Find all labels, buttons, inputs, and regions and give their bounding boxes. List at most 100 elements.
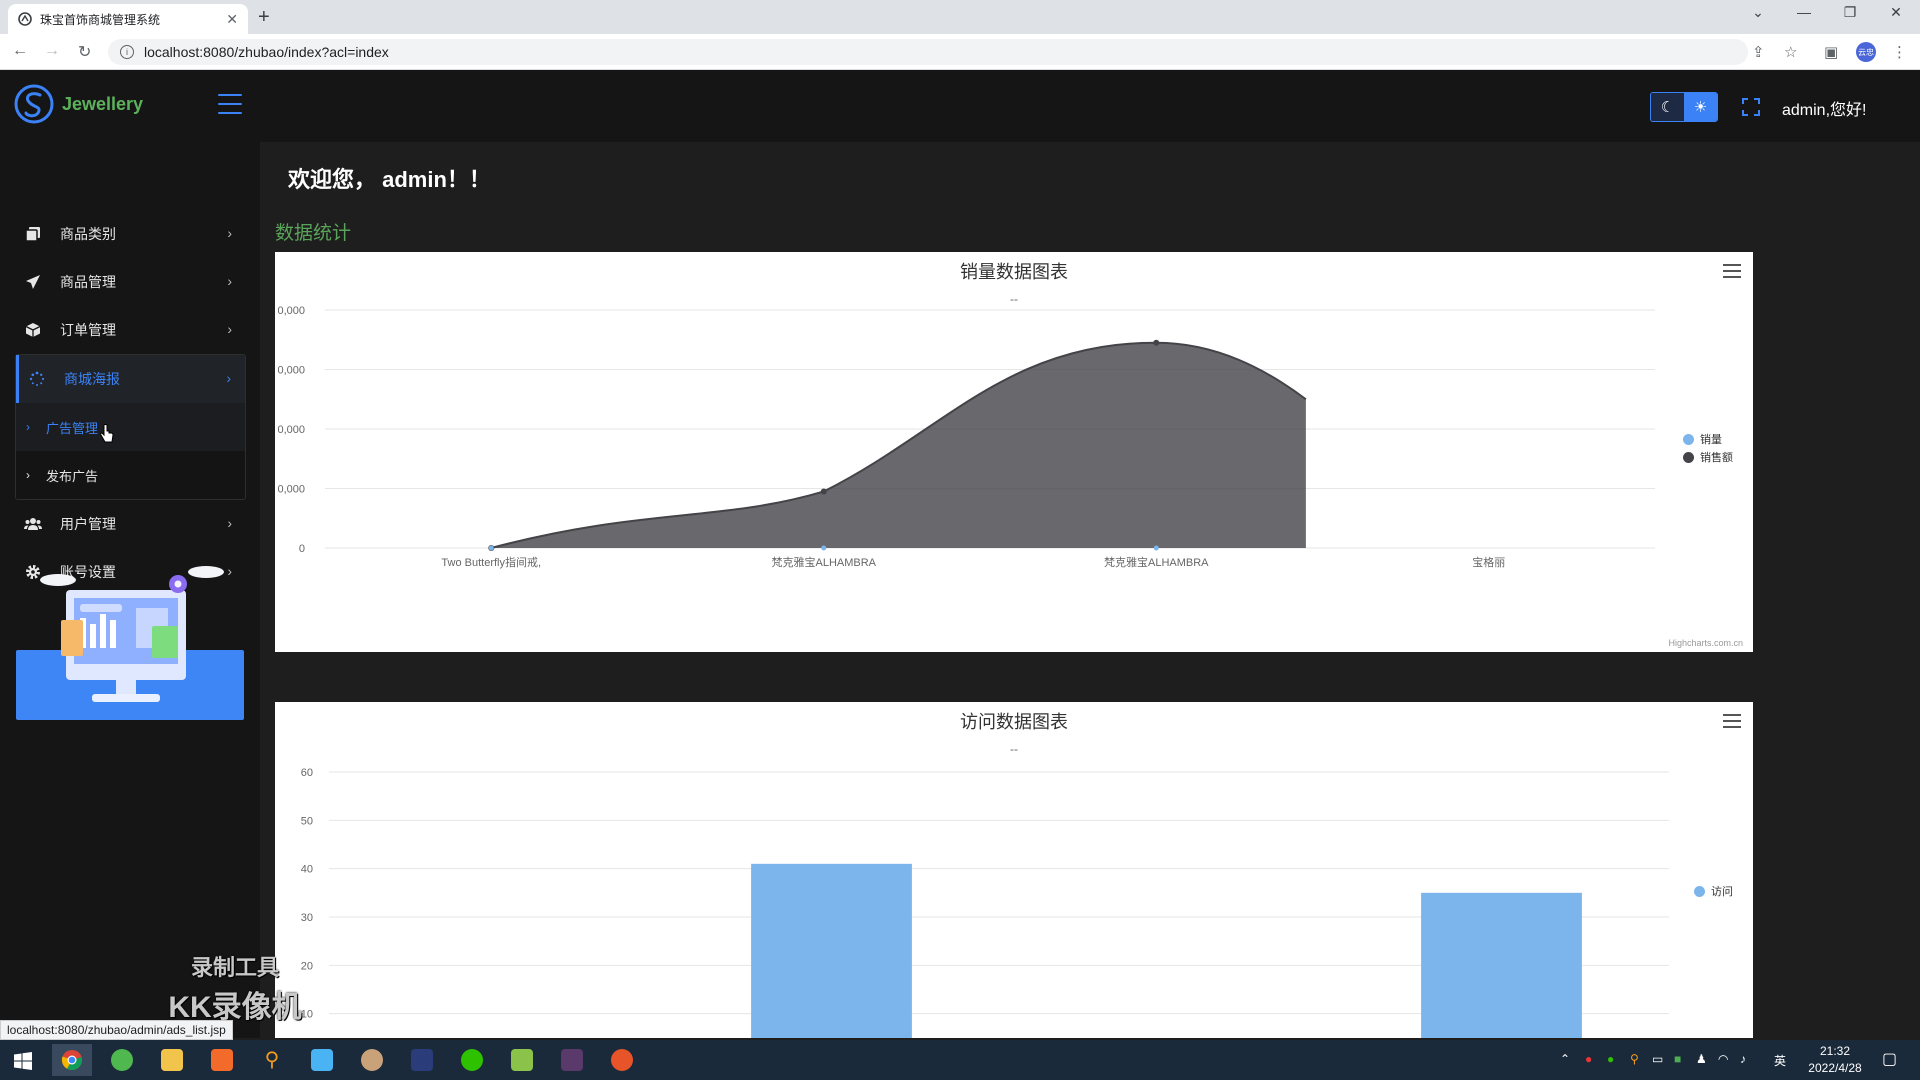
recorder-app-icon [611,1049,633,1071]
legend-item[interactable]: 访问 [1694,882,1733,900]
chart-legend: 销量 销售额 [1683,430,1733,466]
sidebar-subitem-publish-ad[interactable]: › 发布广告 [16,451,245,499]
taskbar-app-green[interactable] [102,1044,142,1076]
tray-shield-icon[interactable]: ● [1585,1052,1592,1066]
new-tab-icon[interactable]: + [258,6,270,29]
clock-time: 21:32 [1819,1044,1851,1058]
side-panel-icon[interactable]: ▣ [1824,43,1838,61]
chrome-menu-icon[interactable]: ⋮ [1892,43,1907,61]
chrome-icon [61,1050,82,1071]
tray-app-icon[interactable]: ■ [1674,1052,1681,1066]
reload-icon[interactable]: ↻ [78,42,91,62]
chevron-right-icon: › [227,225,232,241]
taskbar-app-notepad[interactable] [502,1044,542,1076]
chevron-right-icon: › [227,321,232,337]
sidebar-toggle-icon[interactable] [218,94,242,114]
watermark-line1: 录制工具 [190,955,279,980]
sidebar-item-label: 商城海报 [64,371,120,387]
game-app-icon [561,1049,583,1071]
tab-close-icon[interactable]: ✕ [226,11,238,28]
sidebar-item-orders[interactable]: 订单管理 › [0,306,260,354]
x-tick-label: 宝格丽 [1472,555,1505,569]
legend-item[interactable]: 销售额 [1683,448,1733,466]
profile-avatar[interactable]: 云忠 [1856,42,1876,62]
sidebar-item-posters[interactable]: 商城海报 › [16,355,245,403]
chart-legend: 访问 [1694,882,1733,900]
taskbar-wechat[interactable] [452,1044,492,1076]
tray-chevron-up-icon[interactable]: ⌃ [1560,1052,1570,1066]
bookmark-star-icon[interactable]: ☆ [1784,43,1797,61]
mountain-app-icon [411,1049,433,1071]
taskbar-app-blue[interactable] [302,1044,342,1076]
sidebar-subitem-ads-manage[interactable]: › 广告管理 [16,403,245,451]
taskbar-explorer[interactable] [152,1044,192,1076]
sidebar-item-label: 商品管理 [60,274,116,290]
legend-dot-icon [1683,433,1694,445]
bar-visits [1421,892,1582,1038]
legend-item[interactable]: 销量 [1683,430,1733,448]
sidebar-item-products[interactable]: 商品管理 › [0,258,260,306]
minimize-icon[interactable]: — [1792,4,1816,20]
cursor-hand-icon [100,424,114,443]
sales-area-chart: 0 0,000 0,000 0,000 0,000 Two Butterfly指间戒, 梵克… [277,305,1655,569]
back-icon[interactable]: ← [12,42,28,60]
fullscreen-icon[interactable] [1742,98,1760,116]
y-tick-label: 0,000 [277,484,305,496]
wechat-icon [461,1049,483,1071]
sidebar-item-categories[interactable]: 商品类别 › [0,210,260,258]
series-area-sales-amount [491,342,1306,548]
tray-wifi-icon[interactable]: ◠ [1718,1052,1728,1066]
browser-status-url: localhost:8080/zhubao/admin/ads_list.jsp [0,1020,233,1040]
x-tick-label: Two Butterfly指间戒, [441,555,541,569]
site-info-icon[interactable]: i [120,45,134,59]
leaf-app-icon [111,1049,133,1071]
welcome-heading: 欢迎您， admin！！ [288,167,491,192]
theme-toggle[interactable]: ☾ ☀ [1650,92,1718,122]
y-tick-label: 60 [301,767,313,779]
taskbar-app-mountain[interactable] [402,1044,442,1076]
sidebar-illustration [16,560,244,720]
moon-icon[interactable]: ☾ [1651,93,1684,121]
user-greeting[interactable]: admin,您好! [1782,96,1866,120]
logo[interactable]: Jewellery [14,84,143,124]
notepad-app-icon [511,1049,533,1071]
address-bar[interactable]: i localhost:8080/zhubao/index?acl=index [108,39,1748,65]
browser-tab[interactable]: 珠宝首饰商城管理系统 ✕ [8,4,248,34]
windows-taskbar: ⚲ ⌃ ● ● ⚲ ▭ ■ ♟ ◠ ♪ 英 21:32 2022/4/28 ▢ [0,1040,1920,1080]
windows-start-icon[interactable] [14,1052,32,1070]
taskbar-app-game[interactable] [552,1044,592,1076]
visits-bar-chart: 102030405060 [301,767,1669,1038]
restore-icon[interactable]: ❐ [1838,4,1862,21]
chart-credit[interactable]: Highcharts.com.cn [1668,638,1743,648]
taskbar-app-orange[interactable] [202,1044,242,1076]
x-tick-label: 梵克雅宝ALHAMBRA [1104,555,1209,569]
top-bar: ☾ ☀ admin,您好! [218,70,1920,142]
tray-device-icon[interactable]: ▭ [1652,1052,1663,1066]
y-tick-label: 0,000 [277,305,305,317]
tray-volume-icon[interactable]: ♪ [1740,1052,1746,1066]
tray-ime[interactable]: 英 [1774,1052,1786,1069]
x-tick-label: 梵克雅宝ALHAMBRA [771,555,876,569]
taskbar-search-app[interactable]: ⚲ [252,1044,292,1076]
share-icon[interactable]: ⇪ [1752,43,1765,61]
taskbar-app-avatar[interactable] [352,1044,392,1076]
y-tick-label: 0,000 [277,365,305,377]
layers-icon [24,225,42,243]
taskbar-clock[interactable]: 21:32 2022/4/28 [1800,1043,1870,1077]
tray-qq-icon[interactable]: ♟ [1696,1052,1707,1066]
chevron-right-icon: › [26,468,30,482]
visits-chart-card: 访问数据图表 -- 10 20 30 40 50 60 访问 [275,702,1753,1038]
forward-icon[interactable]: → [44,42,60,60]
taskbar-app-recorder[interactable] [602,1044,642,1076]
tab-search-icon[interactable]: ⌄ [1746,4,1770,21]
tray-search-icon[interactable]: ⚲ [1630,1052,1639,1066]
series-point-sales-amount [1153,339,1160,346]
notification-icon[interactable]: ▢ [1882,1049,1897,1069]
taskbar-chrome[interactable] [52,1044,92,1076]
sun-icon[interactable]: ☀ [1684,93,1717,121]
tray-wechat-icon[interactable]: ● [1607,1052,1614,1066]
chevron-right-icon: › [26,420,30,434]
window-close-icon[interactable]: ✕ [1884,4,1908,21]
sidebar-item-users[interactable]: 用户管理 › [0,500,260,548]
folder-icon [161,1049,183,1071]
